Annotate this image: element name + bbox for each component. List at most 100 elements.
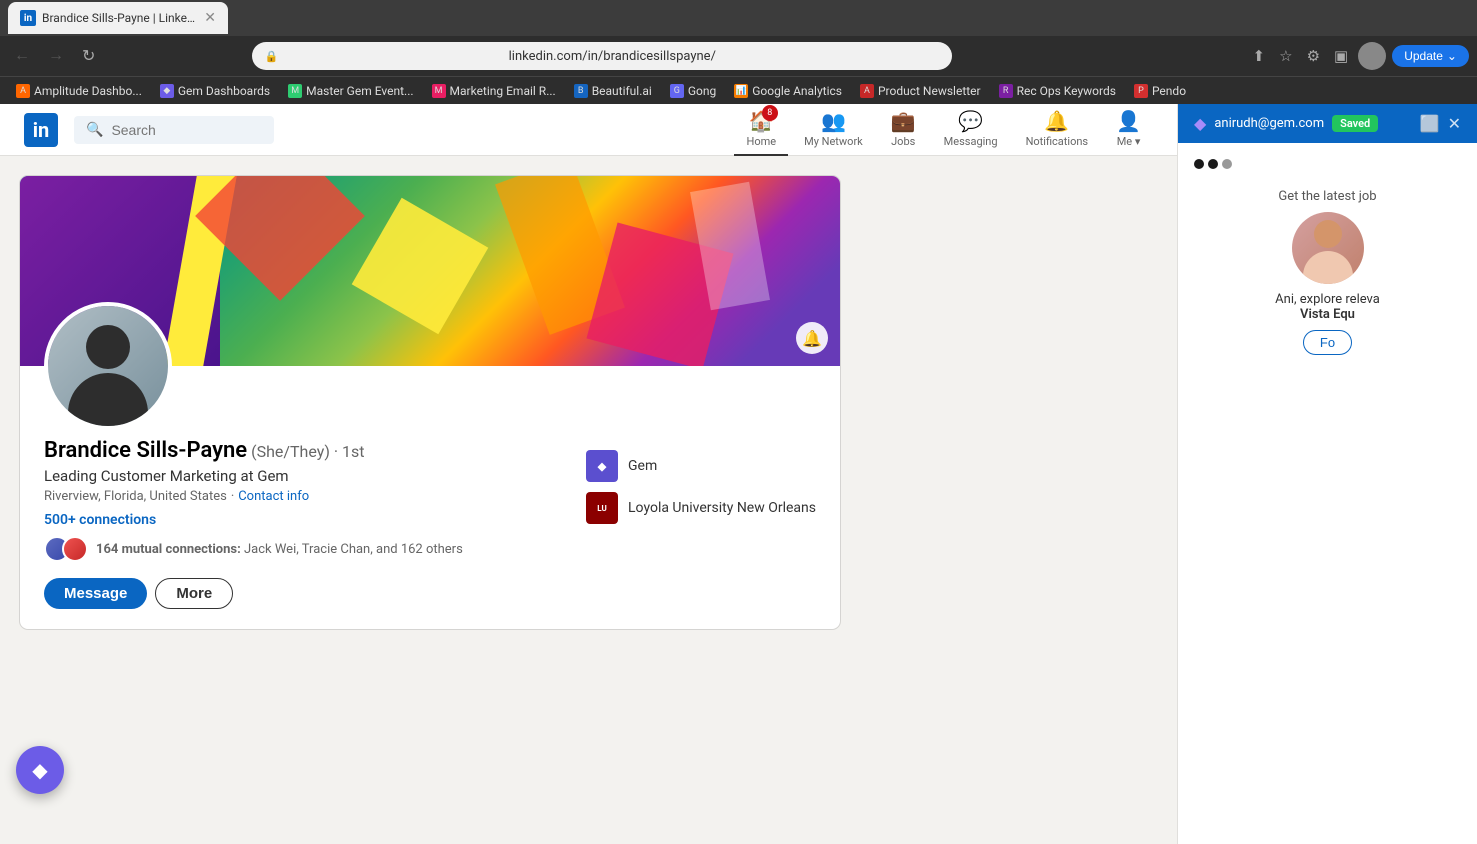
bookmark-analytics[interactable]: 📊 Google Analytics xyxy=(726,82,850,100)
amplitude-label: Amplitude Dashbo... xyxy=(34,84,142,98)
browser-profile[interactable] xyxy=(1358,42,1386,70)
product-label: Product Newsletter xyxy=(878,84,981,98)
more-button[interactable]: More xyxy=(155,578,233,609)
bookmark-product[interactable]: A Product Newsletter xyxy=(852,82,989,100)
bookmark-master[interactable]: M Master Gem Event... xyxy=(280,82,421,100)
analytics-label: Google Analytics xyxy=(752,84,842,98)
gem-panel-header: ◆ anirudh@gem.com Saved ⬜ ✕ xyxy=(1178,104,1477,143)
profile-pronouns: (She/They) xyxy=(251,442,330,461)
gem-explore-text: Ani, explore releva xyxy=(1202,292,1453,307)
gem-saved-badge: Saved xyxy=(1332,115,1378,132)
nav-me[interactable]: 👤 Me ▾ xyxy=(1104,104,1153,156)
search-input[interactable] xyxy=(111,122,251,138)
contact-info-link[interactable]: Contact info xyxy=(238,489,309,504)
mutual-names: Jack Wei, Tracie Chan, and 162 others xyxy=(244,542,463,557)
mutual-count: 164 mutual connections: xyxy=(96,542,241,557)
bookmark-pendo[interactable]: P Pendo xyxy=(1126,82,1194,100)
screenshot-button[interactable]: ⬆ xyxy=(1249,43,1270,69)
profile-companies: ◆ Gem LU Loyola University New Orleans xyxy=(586,450,816,524)
gem-panel-icons: ⬜ ✕ xyxy=(1420,114,1461,133)
nav-me-label: Me ▾ xyxy=(1117,135,1141,148)
gong-label: Gong xyxy=(688,84,716,98)
nav-home-label: Home xyxy=(746,135,776,148)
active-tab[interactable]: in Brandice Sills-Payne | LinkedIn ✕ xyxy=(8,2,228,34)
lock-icon: 🔒 xyxy=(264,50,278,63)
bookmark-gong[interactable]: G Gong xyxy=(662,82,724,100)
bookmarks-bar: A Amplitude Dashbo... ◆ Gem Dashboards M… xyxy=(0,76,1477,104)
network-icon: 👥 xyxy=(821,109,846,133)
bookmark-marketing[interactable]: M Marketing Email R... xyxy=(424,82,564,100)
nav-network[interactable]: 👥 My Network xyxy=(792,104,875,156)
refresh-button[interactable]: ↻ xyxy=(76,42,101,70)
company-gem: ◆ Gem xyxy=(586,450,816,482)
gem-widget-button[interactable]: ◆ xyxy=(16,746,64,794)
gem-diamond-icon: ◆ xyxy=(1194,114,1206,133)
location-separator: · xyxy=(231,489,234,504)
nav-notifications[interactable]: 🔔 Notifications xyxy=(1014,104,1101,156)
gem-dashboards-label: Gem Dashboards xyxy=(178,84,270,98)
main-nav: 🏠 8 Home 👥 My Network 💼 Jobs 💬 Messaging xyxy=(734,104,1153,156)
nav-home[interactable]: 🏠 8 Home xyxy=(734,104,788,156)
search-bar[interactable]: 🔍 xyxy=(74,116,274,144)
jobs-icon: 💼 xyxy=(891,109,916,133)
master-favicon: M xyxy=(288,84,302,98)
bookmark-beautiful[interactable]: B Beautiful.ai xyxy=(566,82,660,100)
tab-bar: in Brandice Sills-Payne | LinkedIn ✕ xyxy=(0,0,1477,36)
gem-close-icon[interactable]: ✕ xyxy=(1448,114,1461,133)
loyola-company-logo: LU xyxy=(586,492,618,524)
connections-link[interactable]: 500+ connections xyxy=(44,512,586,528)
gem-dots-indicator xyxy=(1194,159,1461,169)
linkedin-logo: in xyxy=(24,113,58,147)
profile-content: 🔔 xyxy=(0,156,1177,649)
gem-company-name: Gem xyxy=(628,458,657,474)
tab-favicon: in xyxy=(20,10,36,26)
profile-card: 🔔 xyxy=(20,176,840,629)
extensions-button[interactable]: ⚙ xyxy=(1303,43,1324,69)
gem-header-left: ◆ anirudh@gem.com Saved xyxy=(1194,114,1378,133)
gem-expand-icon[interactable]: ⬜ xyxy=(1420,114,1440,133)
tab-close-button[interactable]: ✕ xyxy=(204,10,216,26)
profile-info: Brandice Sills-Payne (She/They) · 1st Le… xyxy=(20,430,840,629)
bookmark-amplitude[interactable]: A Amplitude Dashbo... xyxy=(8,82,150,100)
bookmark-recops[interactable]: R Rec Ops Keywords xyxy=(991,82,1124,100)
pendo-favicon: P xyxy=(1134,84,1148,98)
nav-jobs-label: Jobs xyxy=(891,135,915,148)
profile-degree: · 1st xyxy=(334,442,365,461)
bookmark-gem-dashboards[interactable]: ◆ Gem Dashboards xyxy=(152,82,278,100)
search-icon: 🔍 xyxy=(86,122,103,138)
nav-messaging[interactable]: 💬 Messaging xyxy=(932,104,1010,156)
widget-diamond-icon: ◆ xyxy=(32,758,47,782)
gem-follow-button[interactable]: Fo xyxy=(1303,330,1352,355)
profile-avatar-area xyxy=(20,302,840,430)
gem-user-avatar xyxy=(1292,212,1364,284)
mutual-avatars xyxy=(44,536,88,562)
message-button[interactable]: Message xyxy=(44,578,147,609)
gem-company-logo: ◆ xyxy=(586,450,618,482)
sidebar-button[interactable]: ▣ xyxy=(1330,43,1352,69)
star-button[interactable]: ☆ xyxy=(1275,43,1296,69)
back-button[interactable]: ← xyxy=(8,43,36,69)
nav-jobs[interactable]: 💼 Jobs xyxy=(879,104,928,156)
update-chevron: ⌄ xyxy=(1447,49,1457,63)
gem-panel: ◆ anirudh@gem.com Saved ⬜ ✕ Get the late… xyxy=(1177,104,1477,844)
loyola-company-name: Loyola University New Orleans xyxy=(628,500,816,516)
browser-actions: ⬆ ☆ ⚙ ▣ Update ⌄ xyxy=(1249,42,1469,70)
linkedin-app: in 🔍 🏠 8 Home 👥 My Network xyxy=(0,104,1477,844)
gem-panel-body: Get the latest job Ani, explore releva V… xyxy=(1178,143,1477,844)
marketing-favicon: M xyxy=(432,84,446,98)
company-loyola: LU Loyola University New Orleans xyxy=(586,492,816,524)
analytics-favicon: 📊 xyxy=(734,84,748,98)
pendo-label: Pendo xyxy=(1152,84,1186,98)
profile-left-info: Brandice Sills-Payne (She/They) · 1st Le… xyxy=(44,430,586,609)
mutual-avatar-2 xyxy=(62,536,88,562)
address-bar[interactable]: 🔒 linkedin.com/in/brandicesillspayne/ xyxy=(252,42,952,70)
profile-actions: Message More xyxy=(44,578,586,609)
forward-button[interactable]: → xyxy=(42,43,70,69)
gem-favicon: ◆ xyxy=(160,84,174,98)
cover-shape-1 xyxy=(195,176,365,301)
browser-controls: ← → ↻ 🔒 linkedin.com/in/brandicesillspay… xyxy=(0,36,1477,76)
tab-title: Brandice Sills-Payne | LinkedIn xyxy=(42,11,198,25)
update-button[interactable]: Update ⌄ xyxy=(1392,45,1469,67)
beautiful-favicon: B xyxy=(574,84,588,98)
dot-1 xyxy=(1194,159,1204,169)
